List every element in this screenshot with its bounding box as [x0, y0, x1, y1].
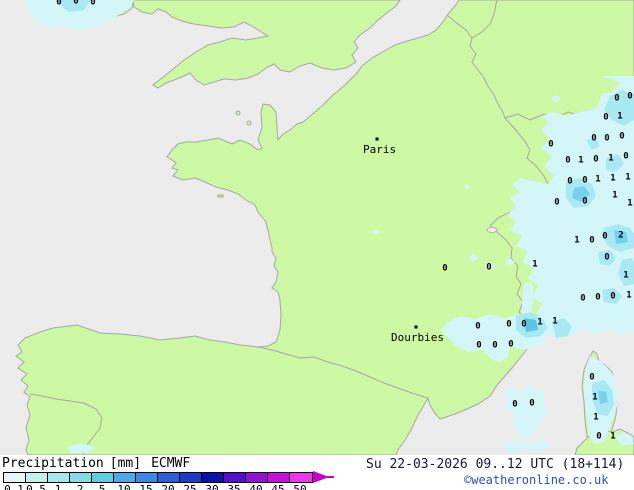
colorbar-segment-0.5	[26, 473, 48, 482]
colorbar-tick-5: 5	[98, 483, 106, 490]
colorbar-segment-10	[114, 473, 136, 482]
colorbar-tick-0.1: 0.1	[4, 483, 24, 490]
datetime-text: Su 22-03-2026 09..12 UTC (18+114)	[366, 457, 625, 472]
map-area: 0000001000001010001110011100201000100100…	[0, 0, 634, 455]
colorbar-tick-1: 1	[54, 483, 62, 490]
island-guernsey	[235, 110, 241, 116]
copyright-text[interactable]: ©weatheronline.co.uk	[464, 473, 609, 487]
colorbar-segment-25	[180, 473, 202, 482]
legend-title: Precipitation [mm] ECMWF	[2, 456, 190, 471]
legend-parameter: Precipitation	[2, 456, 104, 471]
colorbar-tick-2: 2	[76, 483, 84, 490]
colorbar-tick-10: 10	[117, 483, 131, 490]
island-belle-ile	[217, 194, 224, 198]
legend-bar: Precipitation [mm] ECMWF 0.1 0.5 1 2 5 10 15 20 25…	[0, 455, 634, 490]
colorbar-tick-45: 45	[271, 483, 285, 490]
colorbar-tick-25: 25	[183, 483, 197, 490]
legend-colorbar-arrow-tail	[327, 476, 334, 478]
colorbar-segment-5	[92, 473, 114, 482]
colorbar-segment-2	[70, 473, 92, 482]
island-jersey	[246, 120, 252, 126]
colorbar-segment-35	[224, 473, 246, 482]
colorbar-segment-45	[268, 473, 290, 482]
colorbar-tick-15: 15	[139, 483, 153, 490]
colorbar-segment-40	[246, 473, 268, 482]
legend-tick-labels: 0.1 0.5 1 2 5 10 15 20 25 30 35 40 45 50	[3, 483, 323, 490]
colorbar-tick-30: 30	[205, 483, 219, 490]
colorbar-segment-1	[48, 473, 70, 482]
colorbar-tick-20: 20	[161, 483, 175, 490]
legend-colorbar	[3, 472, 313, 483]
colorbar-segment-0.1	[4, 473, 26, 482]
colorbar-tick-35: 35	[227, 483, 241, 490]
colorbar-tick-50: 50	[293, 483, 307, 490]
colorbar-segment-15	[136, 473, 158, 482]
map-svg	[0, 0, 634, 455]
legend-model: ECMWF	[151, 456, 191, 471]
colorbar-segment-20	[158, 473, 180, 482]
colorbar-tick-40: 40	[249, 483, 263, 490]
colorbar-segment-30	[202, 473, 224, 482]
colorbar-tick-0.5: 0.5	[26, 483, 46, 490]
lake-geneva	[486, 227, 498, 233]
legend-unit: [mm]	[109, 456, 142, 471]
weather-map-screen: 0000001000001010001110011100201000100100…	[0, 0, 634, 490]
colorbar-segment-50	[290, 473, 312, 482]
